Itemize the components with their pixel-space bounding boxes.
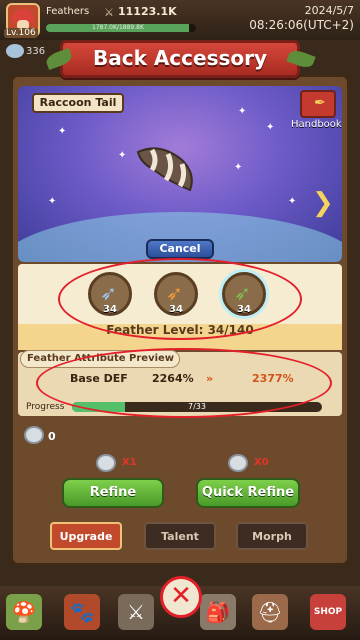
cancel-button[interactable]: Cancel — [146, 239, 214, 259]
tab-upgrade[interactable]: Upgrade — [50, 522, 122, 550]
handbook-label[interactable]: Handbook — [291, 119, 342, 130]
tab-morph[interactable]: Morph — [236, 522, 308, 550]
crossed-swords-nav-icon[interactable]: ⚔ — [118, 594, 154, 630]
sparkle-icon: ✦ — [238, 106, 247, 117]
quick-refine-cost-icon — [228, 454, 248, 472]
date-display: 2024/5/7 — [304, 4, 354, 17]
refine-cost: X1 — [122, 457, 137, 468]
annotation-oval-feathers — [58, 258, 302, 340]
tab-talent[interactable]: Talent — [144, 522, 216, 550]
sparkle-icon: ✦ — [288, 196, 297, 207]
item-name-label: Raccoon Tail — [32, 93, 124, 113]
gem-count: 336 — [26, 46, 46, 57]
crossed-swords-icon: ⚔ — [104, 6, 114, 19]
refine-button[interactable]: Refine — [62, 478, 164, 508]
paw-icon[interactable]: 🐾 — [64, 594, 100, 630]
sparkle-icon: ✦ — [58, 126, 67, 137]
shop-button[interactable]: SHOP — [310, 594, 346, 630]
sparkle-icon: ✦ — [266, 122, 275, 133]
dust-count: 0 — [48, 430, 56, 443]
player-name: Feathers — [46, 6, 90, 17]
feather-dust-icon — [24, 426, 44, 444]
player-level: Lv.106 — [4, 28, 38, 38]
quick-refine-cost: X0 — [254, 457, 269, 468]
combat-power: 11123.1K — [118, 5, 177, 18]
annotation-oval-attribute — [36, 348, 332, 418]
close-button[interactable]: ✕ — [160, 576, 202, 618]
xp-text: 1787.0K/1889.8K — [92, 24, 144, 31]
progress-label: Progress — [26, 402, 65, 412]
raccoon-tail-icon — [136, 147, 193, 192]
page-title: Back Accessory — [92, 46, 268, 70]
close-icon: ✕ — [170, 581, 192, 611]
next-item-arrow-icon[interactable]: ❯ — [312, 188, 334, 218]
mushroom-home-icon[interactable]: 🍄 — [6, 594, 42, 630]
sparkle-icon: ✦ — [118, 150, 127, 161]
handbook-button[interactable]: ✒ — [300, 90, 336, 118]
refine-cost-icon — [96, 454, 116, 472]
bag-icon[interactable]: 🎒 — [200, 594, 236, 630]
sparkle-icon: ✦ — [48, 196, 57, 207]
time-display: 08:26:06(UTC+2) — [249, 18, 354, 32]
gem-icon — [6, 44, 24, 58]
quick-refine-button[interactable]: Quick Refine — [196, 478, 300, 508]
feather-book-icon: ✒ — [314, 95, 326, 111]
sparkle-icon: ✦ — [234, 162, 243, 173]
viking-helmet-icon[interactable]: ⛑ — [252, 594, 288, 630]
title-banner: Back Accessory — [60, 40, 300, 78]
